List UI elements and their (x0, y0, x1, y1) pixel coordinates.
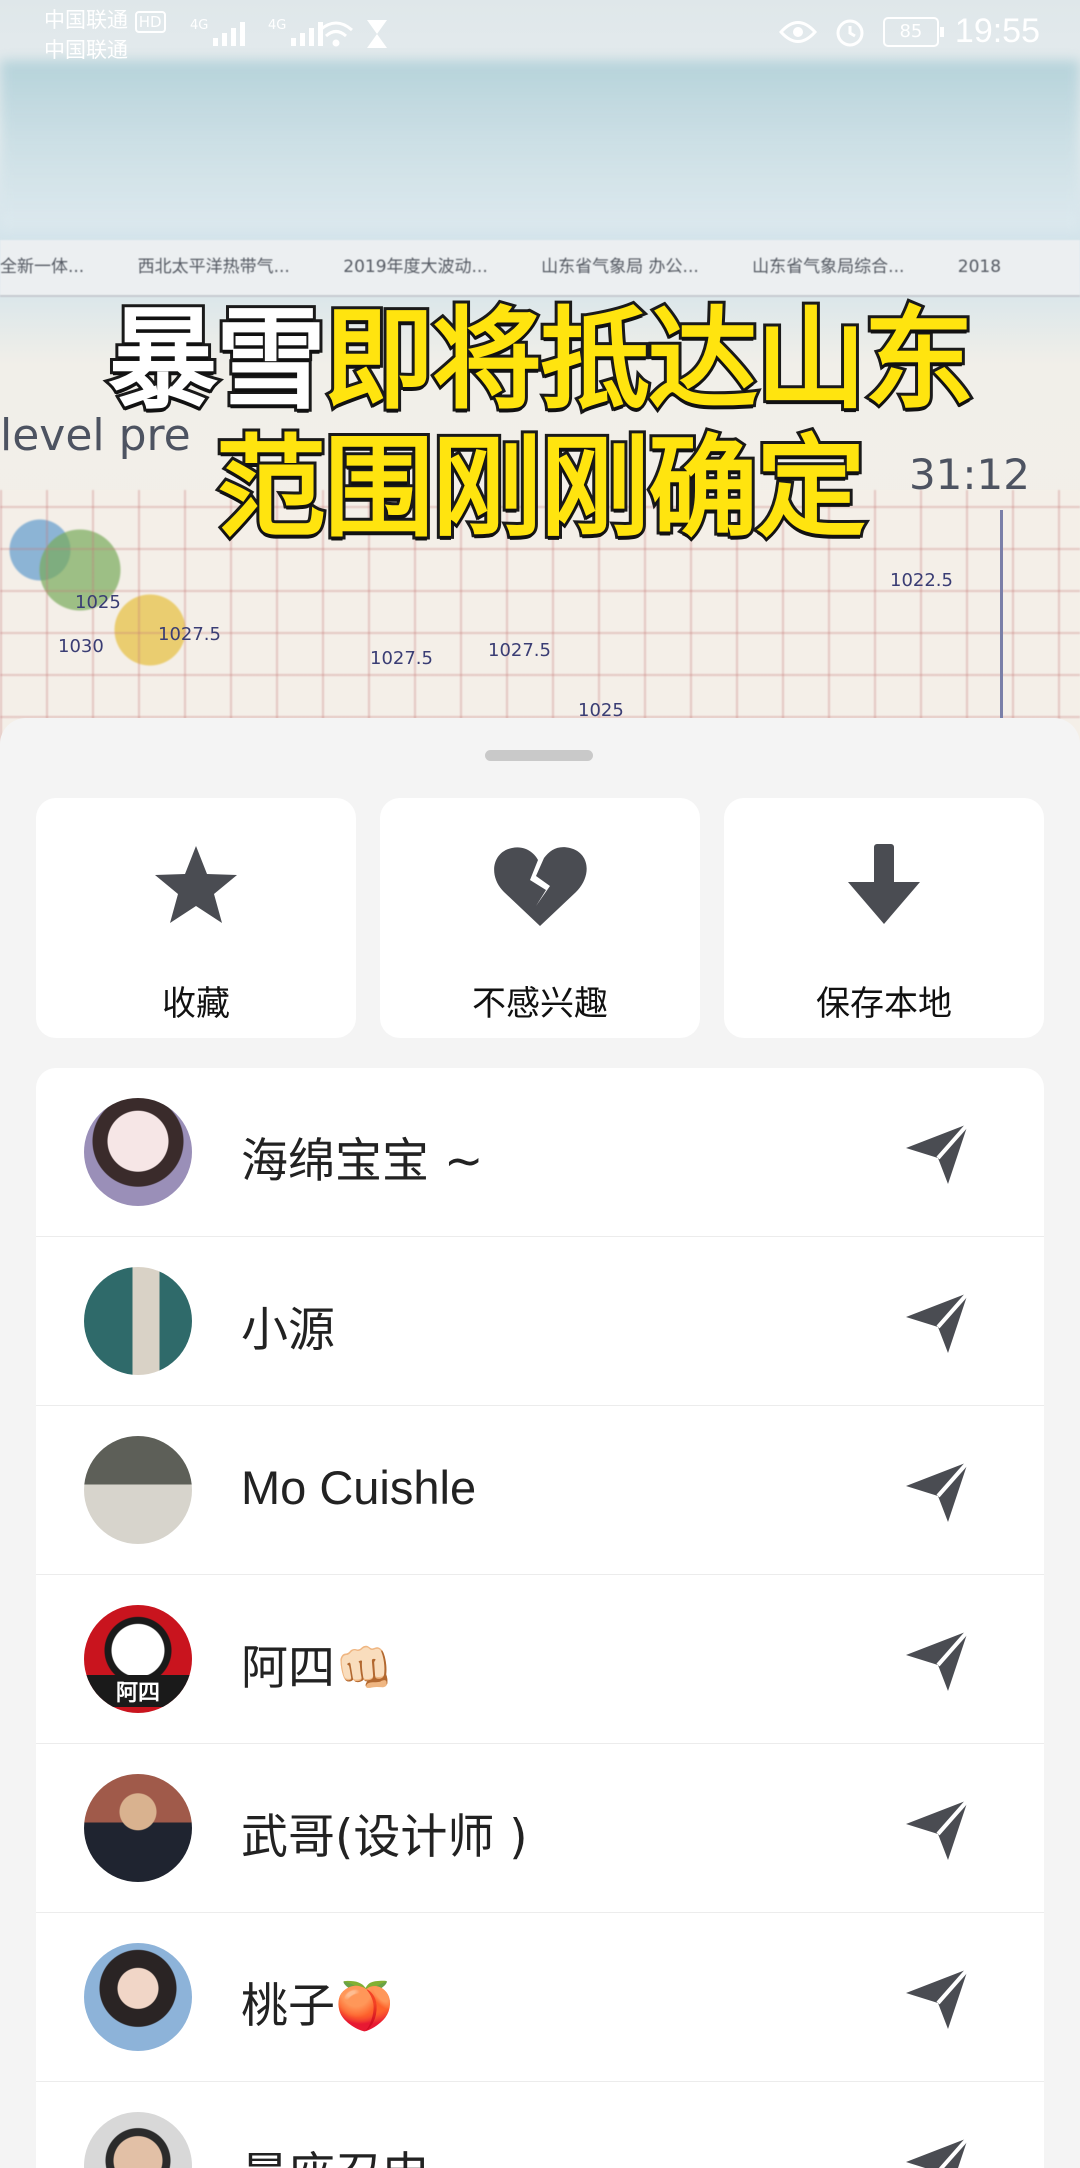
map-isobar-label: 1022.5 (890, 570, 953, 591)
contact-name: 海绵宝宝 ~ (241, 1134, 484, 1189)
map-isobar-label: 1027.5 (370, 648, 433, 669)
sheet-grab-handle[interactable] (485, 750, 593, 761)
video-browser-tab: 山东省气象局综合... (752, 257, 905, 277)
headline-white-text: 暴雪 (105, 296, 329, 424)
avatar[interactable] (84, 1436, 192, 1544)
map-isobar-label: 1027.5 (488, 640, 551, 661)
video-headline-line2: 范围刚刚确定 (0, 425, 1080, 551)
network-type: 4G (268, 18, 287, 33)
video-browser-tab: 西北太平洋热带气... (137, 257, 290, 277)
battery-level: 85 (899, 20, 923, 42)
download-arrow-icon (848, 844, 920, 924)
avatar-label: 阿四 (84, 1675, 192, 1707)
contact-name: 阿四👊🏻 (241, 1641, 394, 1696)
not-interested-button[interactable]: 不感兴趣 (380, 798, 700, 1038)
avatar[interactable] (84, 1774, 192, 1882)
contact-row[interactable]: 晨座召申 (36, 2082, 1044, 2168)
share-bottom-sheet: 收藏 不感兴趣 保存本地 海绵宝宝 ~ 小源 Mo Cuishle 阿四 阿四👊… (0, 718, 1080, 2168)
map-isobar-label: 1030 (58, 636, 104, 657)
video-sky-band (0, 60, 1080, 230)
hourglass-icon (367, 20, 387, 48)
broken-heart-icon (494, 847, 587, 926)
send-icon[interactable] (902, 1287, 972, 1357)
favorite-label: 收藏 (162, 984, 230, 1024)
map-isobar-label: 1025 (75, 592, 121, 613)
avatar[interactable] (84, 1267, 192, 1375)
not-interested-label: 不感兴趣 (472, 984, 608, 1024)
save-local-button[interactable]: 保存本地 (724, 798, 1044, 1038)
avatar[interactable]: 阿四 (84, 1605, 192, 1713)
contact-row[interactable]: 小源 (36, 1237, 1044, 1406)
save-local-label: 保存本地 (816, 984, 952, 1024)
send-icon[interactable] (902, 1118, 972, 1188)
avatar[interactable] (84, 1943, 192, 2051)
contact-row[interactable]: 阿四 阿四👊🏻 (36, 1575, 1044, 1744)
headline-yellow-text: 即将抵达山东 (321, 296, 977, 424)
contact-row[interactable]: 海绵宝宝 ~ (36, 1068, 1044, 1237)
send-icon[interactable] (902, 1456, 972, 1526)
headline-yellow-text: 范围刚刚确定 (213, 424, 869, 552)
network-type: 4G (190, 18, 209, 33)
contact-row[interactable]: 武哥(设计师 ) (36, 1744, 1044, 1913)
video-browser-tab: 全新一体... (0, 257, 85, 277)
hd-badge: HD (134, 11, 166, 33)
signal-icon: 4G (190, 18, 246, 50)
carrier-name: 中国联通 (44, 8, 128, 32)
signal-icon: 4G (268, 18, 324, 50)
battery-icon: 85 (882, 16, 944, 47)
avatar[interactable] (84, 1098, 192, 1206)
status-right: 85 19:55 (778, 12, 1040, 51)
video-browser-tab: 山东省气象局 办公... (541, 257, 699, 277)
send-icon[interactable] (902, 2132, 972, 2168)
carrier-info: 中国联通 HD 中国联通 (44, 6, 166, 64)
carrier-name: 中国联通 (44, 38, 128, 62)
star-icon (155, 846, 237, 923)
alarm-icon (836, 19, 864, 46)
map-isobar-label: 1027.5 (158, 624, 221, 645)
video-browser-tabs: 全新一体... 西北太平洋热带气... 2019年度大波动... 山东省气象局 … (0, 240, 1080, 297)
contact-name: 晨座召申 (241, 2136, 429, 2168)
contact-row[interactable]: Mo Cuishle (36, 1406, 1044, 1575)
clock-time: 19:55 (954, 12, 1040, 50)
status-bar: 中国联通 HD 中国联通 4G 4G 85 19:55 (0, 0, 1080, 70)
eye-icon (778, 20, 817, 43)
contact-name: 武哥(设计师 ) (241, 1810, 528, 1865)
send-icon[interactable] (902, 1963, 972, 2033)
wifi-icon (319, 21, 353, 47)
video-browser-tab: 2018 (957, 257, 1002, 277)
contact-list: 海绵宝宝 ~ 小源 Mo Cuishle 阿四 阿四👊🏻 武哥(设计师) 桃子… (36, 1068, 1044, 2168)
video-headline-line1: 暴雪即将抵达山东 (0, 297, 1080, 423)
favorite-button[interactable]: 收藏 (36, 798, 356, 1038)
contact-row[interactable]: 桃子🍑 (36, 1913, 1044, 2082)
video-browser-tab: 2019年度大波动... (343, 257, 488, 277)
send-icon[interactable] (902, 1625, 972, 1695)
contact-name: 桃子🍑 (241, 1979, 394, 2034)
contact-name: 小源 (241, 1303, 335, 1358)
send-icon[interactable] (902, 1794, 972, 1864)
contact-name: Mo Cuishle (241, 1461, 477, 1514)
video-preview: 全新一体... 西北太平洋热带气... 2019年度大波动... 山东省气象局 … (0, 0, 1080, 760)
